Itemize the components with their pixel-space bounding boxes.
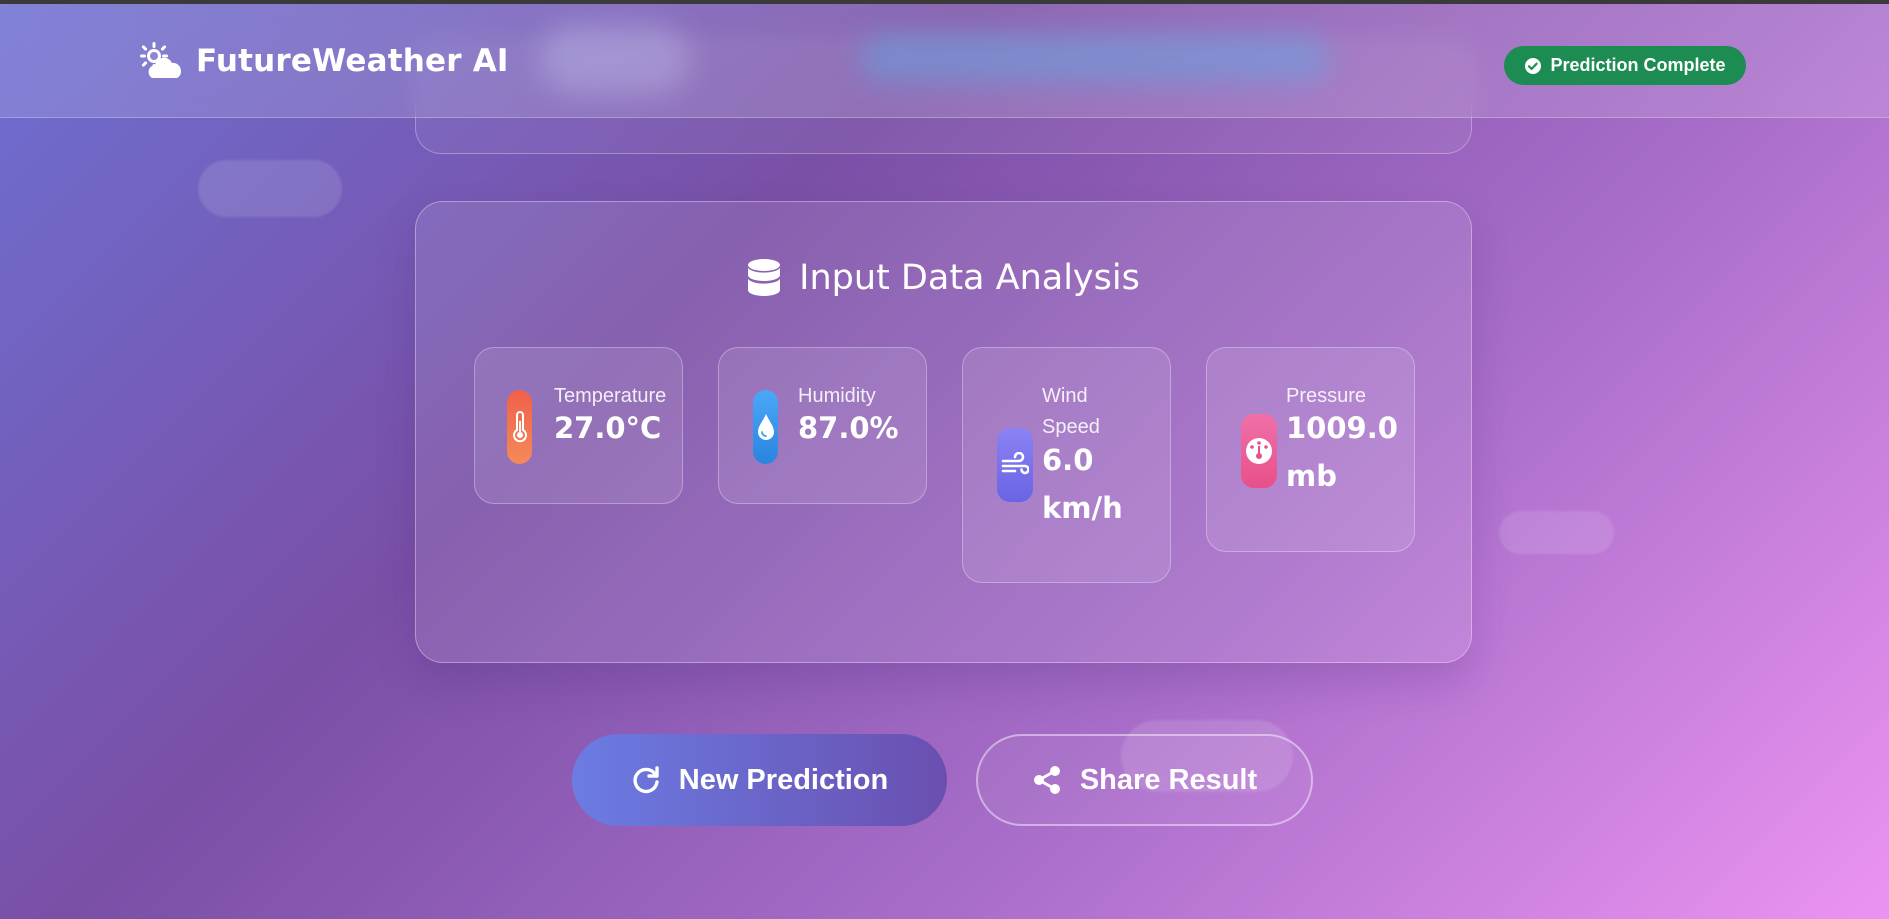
wind-icon [997,428,1033,502]
metric-value: 87.0% [798,411,899,445]
status-badge: Prediction Complete [1504,46,1746,85]
metric-value-line: 1009.0 [1286,411,1398,445]
database-icon [748,259,781,296]
sun-cloud-icon [140,42,182,78]
check-circle-icon [1525,57,1542,74]
metric-pressure: Pressure 1009.0 mb [1206,347,1415,552]
new-prediction-label: New Prediction [678,763,889,796]
navbar: FutureWeather AI Prediction Complete [0,4,1889,118]
decorative-blur [860,34,1330,82]
metric-temperature: Temperature 27.0°C [474,347,683,504]
decorative-blur [540,24,690,94]
thermometer-icon [507,390,532,464]
metric-value: 27.0°C [554,411,662,445]
metric-wind-speed: Wind Speed 6.0 km/h [962,347,1171,583]
status-badge-label: Prediction Complete [1550,55,1726,75]
metric-value-line: mb [1286,459,1337,493]
metric-value-line: km/h [1042,491,1123,525]
metric-value-line: 6.0 [1042,443,1094,477]
share-result-label: Share Result [1079,763,1258,796]
decorative-blob [198,160,342,217]
metric-label-line: Wind [1042,385,1088,407]
droplet-icon [753,390,778,464]
new-prediction-button[interactable]: New Prediction [572,734,947,826]
input-analysis-title: Input Data Analysis [799,258,1140,298]
app-title: FutureWeather AI [196,43,509,79]
brand[interactable]: FutureWeather AI [138,40,509,82]
gauge-icon [1241,414,1277,488]
decorative-blob [1499,511,1614,554]
input-analysis-header: Input Data Analysis [416,258,1471,298]
refresh-icon [633,766,659,794]
share-result-button[interactable]: Share Result [976,734,1313,826]
metric-humidity: Humidity 87.0% [718,347,927,504]
share-icon [1033,766,1060,794]
input-analysis-card: Input Data Analysis Temperature 27.0°C H… [415,201,1472,663]
